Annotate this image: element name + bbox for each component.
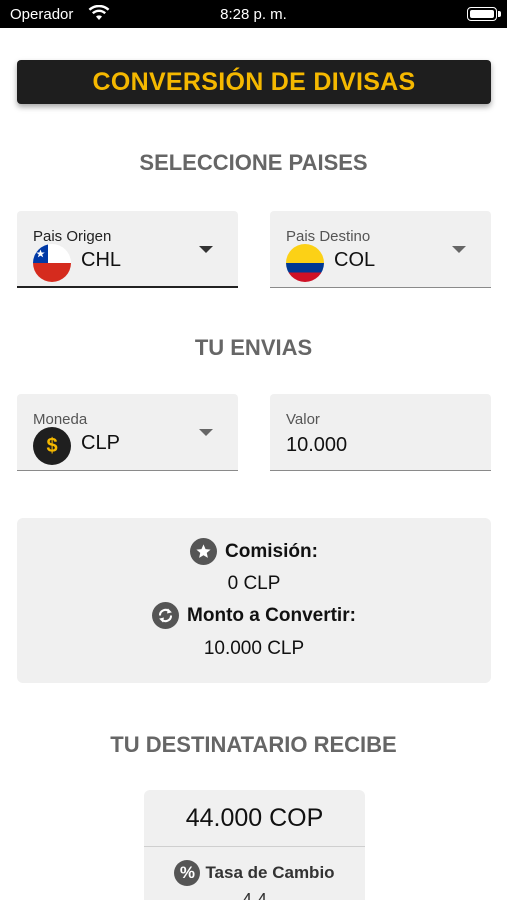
chevron-down-icon — [452, 246, 466, 253]
received-amount: 44.000 COP — [185, 803, 324, 832]
amount-field[interactable]: Valor 10.000 — [270, 394, 491, 471]
select-countries-title: SELECCIONE PAISES — [139, 150, 368, 175]
battery-icon — [467, 7, 501, 21]
currency-value: CLP — [81, 432, 120, 454]
origin-country-label: Pais Origen — [33, 228, 112, 245]
exchange-rate-row: % Tasa de Cambio — [144, 860, 365, 886]
result-card: 44.000 COP % Tasa de Cambio 4,4 — [144, 790, 365, 900]
divider — [144, 846, 365, 847]
destination-country-select[interactable]: Pais Destino COL — [270, 211, 491, 288]
origin-country-select[interactable]: Pais Origen CHL — [17, 211, 238, 288]
commission-row: Comisión: — [17, 538, 491, 565]
chevron-down-icon — [199, 429, 213, 436]
exchange-rate-label: Tasa de Cambio — [205, 863, 335, 882]
you-send-title: TU ENVIAS — [194, 335, 313, 360]
amount-to-convert-row: Monto a Convertir: — [17, 602, 491, 629]
app-title-banner: CONVERSIÓN DE DIVISAS — [17, 60, 491, 104]
amount-to-convert-label: Monto a Convertir: — [187, 604, 356, 626]
chile-flag-icon — [33, 244, 71, 282]
currency-select[interactable]: Moneda $ CLP — [17, 394, 238, 471]
amount-input[interactable]: 10.000 — [286, 434, 347, 457]
conversion-summary-card: Comisión: 0 CLP Monto a Convertir: 10.00… — [17, 518, 491, 683]
app-title: CONVERSIÓN DE DIVISAS — [92, 67, 416, 96]
commission-label: Comisión: — [225, 540, 318, 562]
exchange-rate-value: 4,4 — [241, 890, 268, 900]
percent-icon: % — [174, 860, 201, 886]
amount-to-convert-value: 10.000 CLP — [203, 638, 305, 659]
chevron-down-icon — [199, 246, 213, 253]
recipient-receives-title: TU DESTINATARIO RECIBE — [110, 732, 397, 757]
clock: 8:28 p. m. — [220, 6, 287, 23]
status-bar: Operador 8:28 p. m. — [0, 0, 507, 28]
destination-country-label: Pais Destino — [286, 228, 371, 245]
colombia-flag-icon — [286, 244, 324, 282]
commission-value: 0 CLP — [227, 573, 281, 594]
coin-icon: $ — [33, 427, 71, 465]
amount-label: Valor — [286, 411, 320, 428]
destination-country-value: COL — [334, 249, 376, 271]
currency-label: Moneda — [33, 411, 88, 428]
star-icon — [190, 538, 218, 565]
sync-icon — [152, 602, 180, 629]
origin-country-value: CHL — [81, 249, 122, 271]
